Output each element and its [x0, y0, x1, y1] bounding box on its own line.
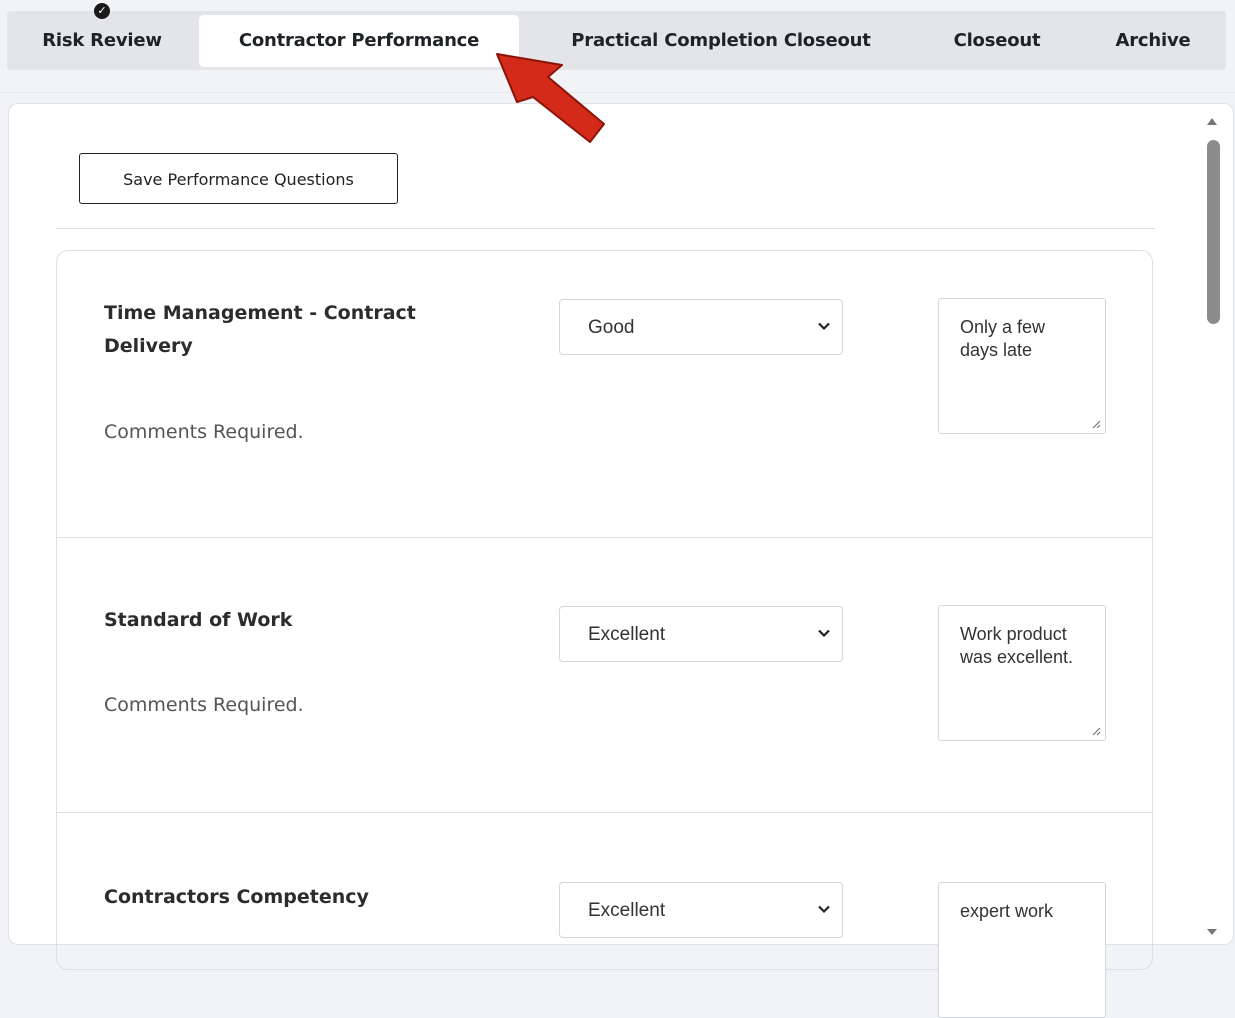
question-title: Standard of Work	[104, 609, 293, 631]
rating-select[interactable]: Excellent	[559, 882, 843, 938]
rating-select[interactable]: Good	[559, 299, 843, 355]
comment-field[interactable]: Only a few days late	[938, 298, 1106, 434]
scrollbar-thumb[interactable]	[1207, 140, 1220, 324]
tab-label: Practical Completion Closeout	[571, 30, 871, 51]
tab-risk-review[interactable]: Risk Review	[40, 15, 164, 67]
rating-value: Good	[588, 317, 635, 338]
question-title: Contractors Competency	[104, 886, 369, 908]
question-note: Comments Required.	[104, 421, 304, 443]
rating-select[interactable]: Excellent	[559, 606, 843, 662]
tab-archive[interactable]: Archive	[1107, 15, 1199, 67]
scroll-down-arrow[interactable]	[1207, 929, 1217, 935]
resize-handle-icon[interactable]	[1091, 419, 1101, 429]
comment-value: Only a few days late	[960, 317, 1046, 360]
tab-label: Archive	[1115, 30, 1191, 51]
section-divider	[56, 228, 1155, 229]
row-divider	[57, 537, 1153, 538]
tab-bar: Risk Review Contractor Performance Pract…	[7, 11, 1226, 70]
tab-label: Closeout	[953, 30, 1041, 51]
chevron-down-icon	[818, 629, 830, 638]
save-performance-questions-button[interactable]: Save Performance Questions	[79, 153, 398, 204]
chevron-down-icon	[818, 905, 830, 914]
scroll-up-arrow[interactable]	[1207, 118, 1217, 125]
tab-label: Contractor Performance	[238, 30, 480, 51]
question-title: Time Management - Contract Delivery	[104, 302, 416, 357]
chevron-down-icon	[818, 322, 830, 331]
rating-value: Excellent	[588, 900, 666, 921]
tab-closeout[interactable]: Closeout	[942, 15, 1052, 67]
resize-handle-icon[interactable]	[1091, 726, 1101, 736]
row-divider	[57, 812, 1153, 813]
check-circle-icon: ✓	[94, 3, 110, 19]
comment-value: Work product was excellent.	[960, 624, 1074, 667]
rating-value: Excellent	[588, 624, 666, 645]
comment-field[interactable]: Work product was excellent.	[938, 605, 1106, 741]
comment-field[interactable]: expert work	[938, 882, 1106, 1018]
tab-contractor-performance[interactable]: Contractor Performance	[199, 15, 519, 67]
tab-practical-completion-closeout[interactable]: Practical Completion Closeout	[554, 15, 888, 67]
header-divider	[0, 92, 1235, 93]
comment-value: expert work	[960, 901, 1054, 921]
question-note: Comments Required.	[104, 694, 304, 716]
tab-label: Risk Review	[42, 30, 162, 51]
